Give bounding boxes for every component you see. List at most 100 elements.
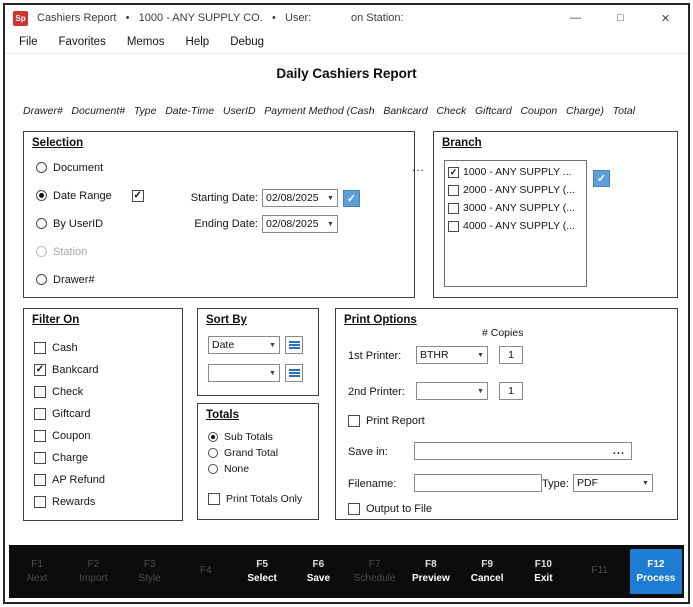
starting-date-apply-check-button[interactable]: ✓ [343, 190, 360, 207]
chevron-down-icon: ▼ [474, 352, 487, 359]
fn-f2-import: F2Import [65, 545, 121, 598]
filter-check[interactable]: Check [34, 385, 105, 399]
date-range-checkbox[interactable] [132, 190, 144, 202]
selection-branch-divider-dots: ... [412, 160, 425, 174]
radio-drawer[interactable]: Drawer# [36, 272, 144, 287]
window-title: Cashiers Report • 1000 - ANY SUPPLY CO. … [37, 12, 407, 24]
sort-by-group: Sort By Date ▼ ▼ [197, 308, 319, 396]
radio-date-range[interactable]: Date Range [36, 188, 144, 203]
fn-key-label: Save [307, 573, 330, 584]
fn-f10-exit[interactable]: F10Exit [515, 545, 571, 598]
fn-f1-next: F1Next [9, 545, 65, 598]
menu-file[interactable]: File [19, 36, 38, 48]
second-printer-combobox[interactable]: ▼ [416, 382, 488, 400]
close-button[interactable]: ✕ [643, 5, 688, 31]
process-button[interactable]: F12Process [630, 549, 682, 594]
checkbox-icon [34, 452, 46, 464]
filter-label: Check [52, 386, 83, 398]
radio-document[interactable]: Document [36, 160, 144, 175]
totals-grand-total[interactable]: Grand Total [208, 447, 278, 459]
fn-f6-save[interactable]: F6Save [290, 545, 346, 598]
totals-group: Totals Sub TotalsGrand TotalNone Print T… [197, 403, 319, 520]
second-printer-copies-input[interactable] [499, 382, 523, 400]
menu-debug[interactable]: Debug [230, 36, 264, 48]
filter-label: Charge [52, 452, 88, 464]
radio-label: Station [53, 246, 87, 258]
totals-none[interactable]: None [208, 463, 278, 475]
menu-bar: File Favorites Memos Help Debug [5, 31, 688, 54]
sort-by-first-combobox[interactable]: Date ▼ [208, 336, 280, 354]
selection-group: Selection DocumentDate RangeBy UserIDSta… [23, 131, 415, 298]
print-report-checkbox[interactable]: Print Report [348, 414, 425, 428]
branch-item-2000-any-supply[interactable]: 2000 - ANY SUPPLY (... [448, 183, 583, 197]
radio-icon [36, 218, 47, 229]
filter-on-group-title: Filter On [32, 314, 79, 326]
fn-f7-schedule: F7Schedule [347, 545, 403, 598]
sort-by-second-combobox[interactable]: ▼ [208, 364, 280, 382]
ending-date-combobox[interactable]: 02/08/2025 ▼ [262, 215, 338, 233]
filter-bankcard[interactable]: Bankcard [34, 363, 105, 377]
branch-group: Branch 1000 - ANY SUPPLY ...2000 - ANY S… [433, 131, 678, 298]
chevron-down-icon: ▼ [266, 370, 279, 377]
filter-label: Coupon [52, 430, 91, 442]
output-to-file-checkbox[interactable]: Output to File [348, 502, 432, 516]
radio-by-userid[interactable]: By UserID [36, 216, 144, 231]
function-key-bar: F1NextF2ImportF3StyleF4F5SelectF6SaveF7S… [9, 545, 684, 598]
checkbox-icon [34, 496, 46, 508]
browse-button[interactable]: ... [610, 443, 628, 459]
app-icon: Sp [13, 11, 28, 26]
maximize-button[interactable]: □ [598, 5, 643, 31]
fn-key-label: Style [139, 573, 161, 584]
sort-by-row-2: ▼ [208, 364, 303, 382]
radio-icon [36, 274, 47, 285]
checkbox-icon [348, 415, 360, 427]
totals-sub-totals[interactable]: Sub Totals [208, 431, 278, 443]
branch-item-1000-any-supply[interactable]: 1000 - ANY SUPPLY ... [448, 165, 583, 179]
filter-rewards[interactable]: Rewards [34, 495, 105, 509]
sort-list-icon[interactable] [285, 336, 303, 354]
filename-input[interactable] [414, 474, 542, 492]
menu-favorites[interactable]: Favorites [59, 36, 106, 48]
branch-listbox[interactable]: 1000 - ANY SUPPLY ... 2000 - ANY SUPPLY (… [444, 160, 587, 287]
checkbox-icon [34, 474, 46, 486]
first-printer-combobox[interactable]: BTHR ▼ [416, 346, 488, 364]
menu-memos[interactable]: Memos [127, 36, 165, 48]
window-controls: — □ ✕ [553, 5, 688, 31]
filter-ap-refund[interactable]: AP Refund [34, 473, 105, 487]
starting-date-combobox[interactable]: 02/08/2025 ▼ [262, 189, 338, 207]
branch-item-label: 4000 - ANY SUPPLY (... [463, 220, 575, 232]
file-type-value: PDF [574, 477, 639, 489]
checkbox-icon [448, 185, 459, 196]
filter-giftcard[interactable]: Giftcard [34, 407, 105, 421]
first-printer-copies-input[interactable] [499, 346, 523, 364]
sort-list-icon[interactable] [285, 364, 303, 382]
filter-charge[interactable]: Charge [34, 451, 105, 465]
filter-cash[interactable]: Cash [34, 341, 105, 355]
ending-date-row: Ending Date: 02/08/2025 ▼ [172, 215, 338, 233]
checkbox-icon [34, 364, 46, 376]
fn-key-text: F1 [31, 559, 43, 570]
print-totals-only-label: Print Totals Only [226, 493, 302, 505]
branch-item-3000-any-supply[interactable]: 3000 - ANY SUPPLY (... [448, 201, 583, 215]
fn-f5-select[interactable]: F5Select [234, 545, 290, 598]
checkbox-icon [348, 503, 360, 515]
save-in-input[interactable] [415, 443, 631, 459]
sort-by-first-value: Date [209, 339, 266, 351]
fn-f9-cancel[interactable]: F9Cancel [459, 545, 515, 598]
fn-key-text: F10 [535, 559, 552, 570]
branch-apply-check-button[interactable]: ✓ [593, 170, 610, 187]
filter-coupon[interactable]: Coupon [34, 429, 105, 443]
fn-f8-preview[interactable]: F8Preview [403, 545, 459, 598]
file-type-combobox[interactable]: PDF ▼ [573, 474, 653, 492]
starting-date-row: Starting Date: 02/08/2025 ▼ ✓ [172, 189, 360, 207]
checkbox-icon [448, 203, 459, 214]
fn-key-text: F7 [369, 559, 381, 570]
totals-options: Sub Totals Grand Total None [208, 431, 278, 475]
menu-help[interactable]: Help [186, 36, 210, 48]
print-totals-only-checkbox[interactable]: Print Totals Only [208, 492, 302, 506]
fn-key-text: F2 [88, 559, 100, 570]
minimize-button[interactable]: — [553, 5, 598, 31]
sort-by-row-1: Date ▼ [208, 336, 303, 354]
branch-item-4000-any-supply[interactable]: 4000 - ANY SUPPLY (... [448, 219, 583, 233]
fn-f12-process[interactable]: F12Process [628, 545, 684, 598]
